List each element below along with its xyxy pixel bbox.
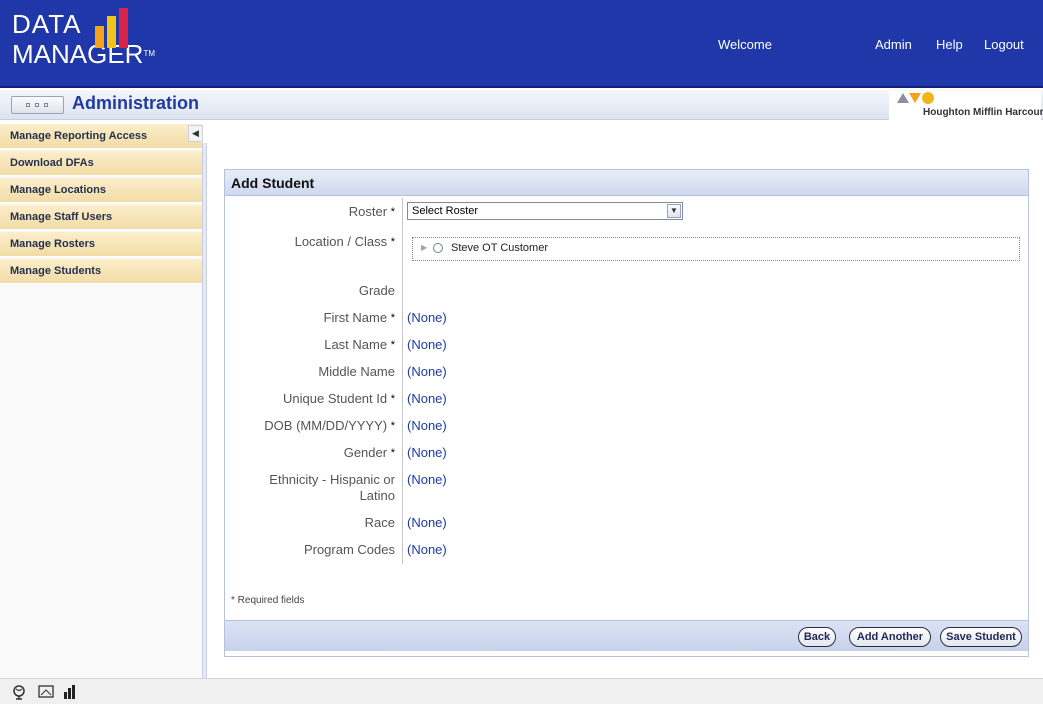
chevron-left-icon: ◀ [192,128,199,138]
ethnicity-label: Ethnicity - Hispanic or Latino [269,472,395,503]
monitor-icon[interactable] [38,684,54,700]
dob-value[interactable]: (None) [407,418,447,433]
last-name-label: Last Name [324,337,388,352]
sidebar-splitter[interactable] [202,143,207,678]
last-name-value[interactable]: (None) [407,337,447,352]
roster-label: Roster [348,204,388,219]
student-id-value[interactable]: (None) [407,391,447,406]
race-value[interactable]: (None) [407,515,447,530]
circle-icon [922,92,934,104]
required-marker: * [390,393,395,405]
sidebar-item-manage-locations[interactable]: Manage Locations [0,178,202,203]
panel-header: Add Student [225,170,1028,196]
location-tree: ▶ Steve OT Customer [412,237,1020,261]
chart-icon[interactable] [62,684,78,700]
sidebar-item-manage-students[interactable]: Manage Students [0,259,202,284]
publisher-logo: Houghton Mifflin Harcourt [889,91,1043,124]
admin-link[interactable]: Admin [875,37,912,52]
required-marker: * [390,206,395,218]
middle-name-label: Middle Name [318,364,395,379]
location-label: Location / Class [294,234,388,249]
middle-name-value[interactable]: (None) [407,364,447,379]
grade-label: Grade [358,283,395,298]
bottom-toolbar [0,678,1043,704]
module-switcher-button[interactable] [11,96,64,114]
sidebar-item-manage-reporting-access[interactable]: Manage Reporting Access [0,124,202,149]
sidebar-item-manage-staff-users[interactable]: Manage Staff Users [0,205,202,230]
panel-title: Add Student [231,175,315,191]
required-marker: * [390,312,395,324]
ethnicity-value[interactable]: (None) [407,472,447,487]
save-student-button[interactable]: Save Student [940,627,1022,647]
welcome-text: Welcome [718,37,772,52]
sidebar: Manage Reporting Access Download DFAs Ma… [0,124,202,678]
required-marker: * [390,447,395,459]
program-codes-value[interactable]: (None) [407,542,447,557]
required-marker: * [390,420,395,432]
page-titlebar: Administration [0,90,1043,120]
form-actions: Back Add Another Save Student [225,620,1028,651]
chevron-down-icon[interactable]: ▼ [667,204,681,218]
globe-icon[interactable] [11,684,27,700]
back-button[interactable]: Back [798,627,836,647]
roster-select-value: Select Roster [412,205,479,217]
first-name-label: First Name [323,310,388,325]
logo-bars-icon [95,8,141,48]
app-header: DATA MANAGERTM Welcome Admin Help Logout [0,0,1043,88]
inverted-triangle-icon [909,93,921,103]
student-id-label: Unique Student Id [283,391,388,406]
triangle-icon [897,93,909,103]
collapse-sidebar-button[interactable]: ◀ [188,125,203,142]
add-student-panel: Add Student Roster * Select Roster ▼ Loc… [224,169,1029,657]
gender-value[interactable]: (None) [407,445,447,460]
expand-arrow-icon[interactable]: ▶ [421,243,427,252]
logo-trademark: TM [143,49,156,58]
first-name-value[interactable]: (None) [407,310,447,325]
add-another-button[interactable]: Add Another [849,627,931,647]
page-title: Administration [72,93,200,113]
roster-select[interactable]: Select Roster ▼ [407,202,683,220]
sidebar-item-manage-rosters[interactable]: Manage Rosters [0,232,202,257]
help-link[interactable]: Help [936,37,963,52]
program-codes-label: Program Codes [303,542,395,557]
form-divider [402,198,403,564]
sidebar-item-download-dfas[interactable]: Download DFAs [0,151,202,176]
required-marker: * [390,339,395,351]
required-marker: * [390,236,395,248]
logout-link[interactable]: Logout [984,37,1024,52]
location-tree-item[interactable]: Steve OT Customer [451,242,548,254]
required-fields-note: * Required fields [231,595,305,606]
gender-label: Gender [343,445,388,460]
location-radio[interactable] [433,243,443,253]
publisher-name: Houghton Mifflin Harcourt [923,107,1043,118]
race-label: Race [364,515,395,530]
dob-label: DOB (MM/DD/YYYY) [264,418,388,433]
